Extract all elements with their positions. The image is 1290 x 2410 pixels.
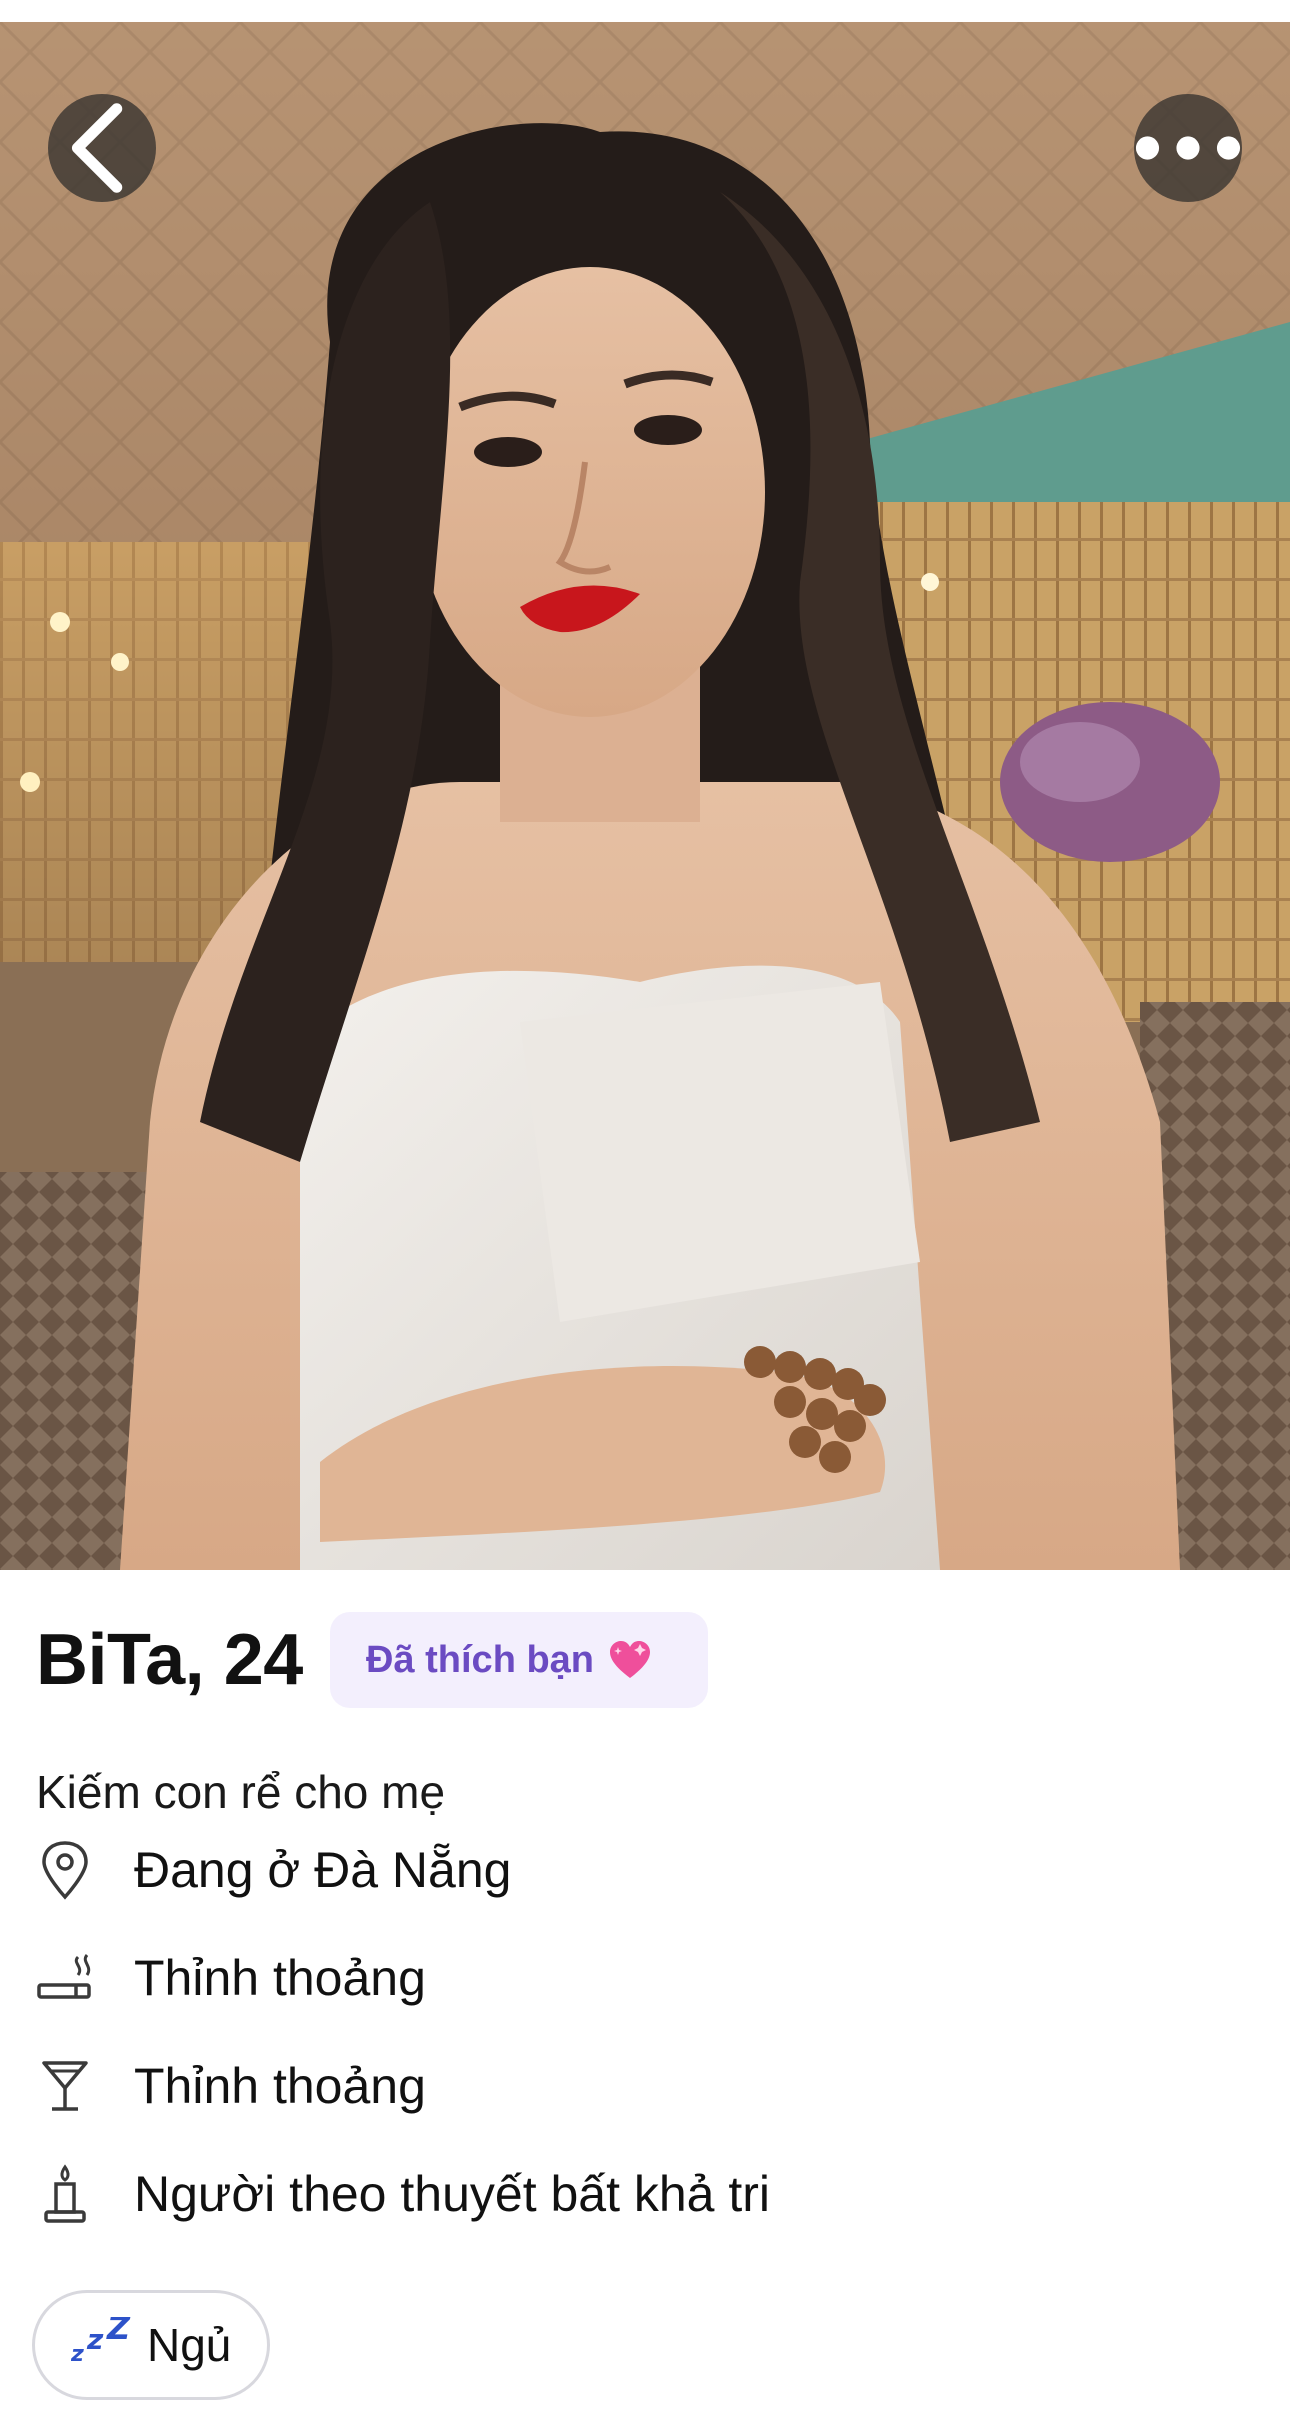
detail-drinking-text: Thỉnh thoảng (134, 2058, 426, 2114)
chevron-left-icon (71, 103, 123, 193)
sleep-interest-chip[interactable]: z z Z Ngủ (32, 2290, 270, 2400)
svg-text:Z: Z (106, 2317, 131, 2347)
photo-illustration (0, 22, 1290, 1570)
liked-you-badge: Đã thích bạn (330, 1612, 708, 1708)
sleep-chip-label: Ngủ (147, 2319, 232, 2371)
profile-photo[interactable] (0, 22, 1290, 1570)
bio-text: Kiếm con rể cho mẹ (36, 1766, 446, 1818)
detail-smoking-text: Thỉnh thoảng (134, 1950, 426, 2006)
cocktail-glass-icon (36, 2054, 94, 2118)
detail-religion-text: Người theo thuyết bất khả tri (134, 2166, 771, 2222)
more-options-button[interactable] (1134, 94, 1242, 202)
detail-drinking: Thỉnh thoảng (36, 2051, 426, 2121)
zzz-icon: z z Z (70, 2309, 131, 2373)
location-pin-icon (36, 1838, 94, 1902)
detail-location: Đang ở Đà Nẵng (36, 1835, 511, 1905)
more-horizontal-icon (1135, 136, 1241, 160)
svg-text:z: z (71, 2342, 84, 2365)
detail-religion: Người theo thuyết bất khả tri (36, 2159, 770, 2229)
detail-location-text: Đang ở Đà Nẵng (134, 1842, 512, 1898)
profile-details: BiTa, 24 Đã thích bạn Kiếm con rể cho mẹ… (0, 1570, 1290, 2410)
name-age-row: BiTa, 24 (36, 1610, 303, 1710)
detail-smoking: Thỉnh thoảng (36, 1943, 426, 2013)
svg-text:z: z (86, 2323, 104, 2356)
candle-icon (36, 2162, 94, 2226)
liked-badge-label: Đã thích bạn (366, 1638, 595, 1681)
smoking-icon (36, 1946, 94, 2010)
back-button[interactable] (48, 94, 156, 202)
status-bar-spacer (0, 0, 1290, 22)
sparkling-heart-icon (610, 1641, 651, 1678)
name-age: BiTa, 24 (36, 1620, 303, 1700)
